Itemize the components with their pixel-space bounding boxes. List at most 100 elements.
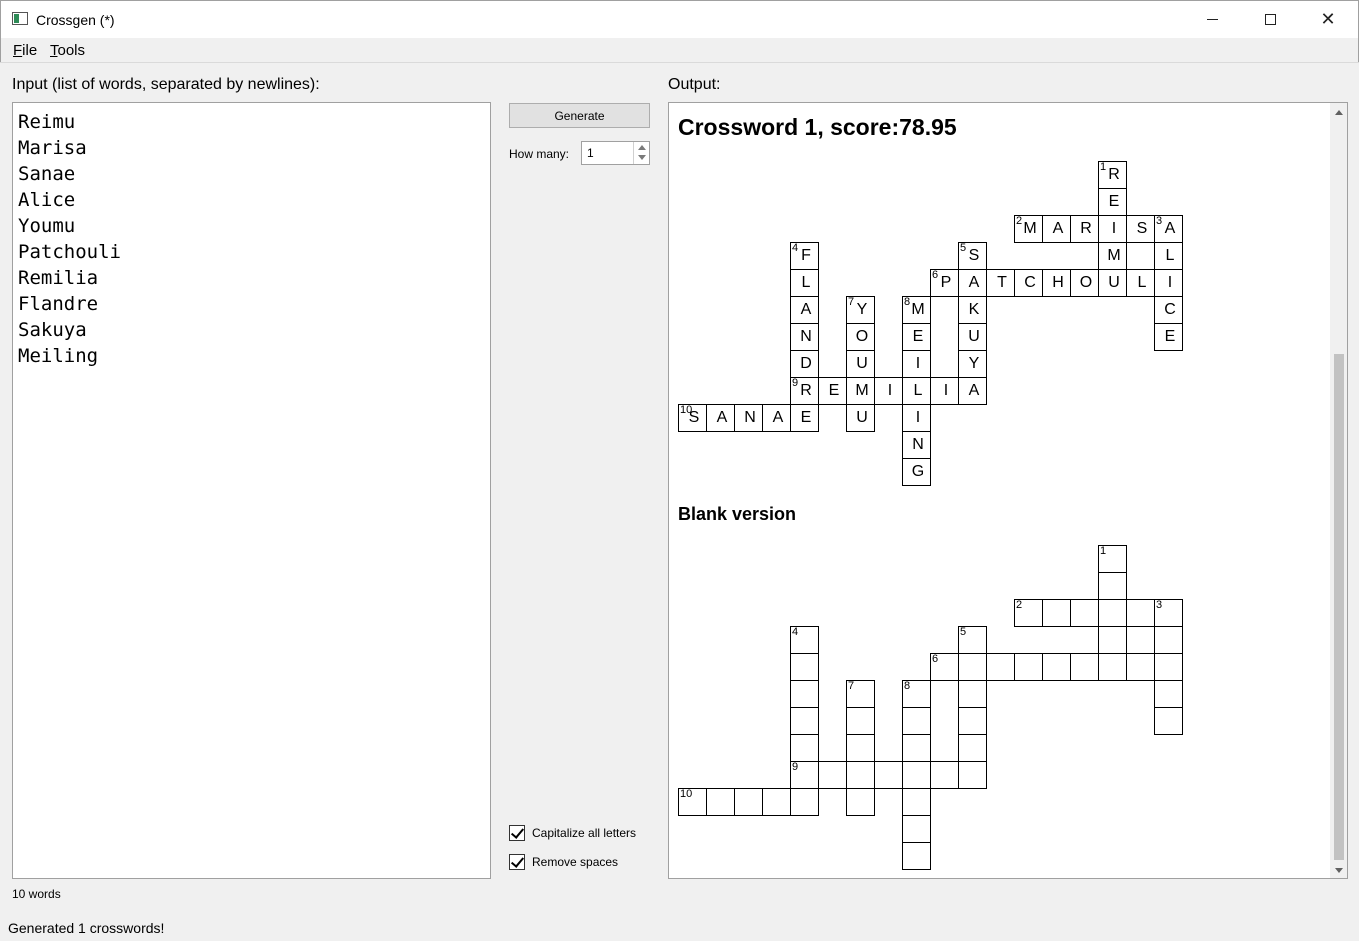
output-scrollbar[interactable] (1330, 103, 1347, 878)
blank-crossword-cell (762, 788, 791, 816)
crossword-cell: I (902, 350, 931, 378)
maximize-button[interactable] (1241, 1, 1299, 38)
spin-buttons (633, 142, 649, 164)
crossword-cell: L (902, 377, 931, 405)
blank-crossword-cell: 1 (1098, 545, 1127, 573)
clue-number: 6 (932, 653, 939, 665)
word-input-textarea[interactable]: Reimu Marisa Sanae Alice Youmu Patchouli Remil… (12, 102, 491, 879)
crossword-cell: 6P (930, 269, 959, 297)
blank-crossword-cell (818, 761, 847, 789)
blank-crossword-cell (846, 761, 875, 789)
crossword-cell: L (1154, 242, 1183, 270)
blank-crossword-cell (902, 761, 931, 789)
blank-crossword-cell (1126, 599, 1155, 627)
capitalize-checkbox[interactable] (509, 825, 525, 841)
cell-letter: M (1023, 220, 1037, 237)
menu-file[interactable]: File (13, 42, 37, 59)
crossword-cell: A (762, 404, 791, 432)
cell-letter: I (1167, 274, 1173, 291)
status-message: Generated 1 crosswords! (8, 920, 165, 936)
crossword-cell: C (1014, 269, 1043, 297)
crossword-cell: U (958, 323, 987, 351)
cell-letter: I (1111, 220, 1117, 237)
crossword-cell: N (902, 431, 931, 459)
crossword-cell: M (1098, 242, 1127, 270)
blank-crossword-cell (790, 707, 819, 735)
input-word-line: Meiling (18, 345, 99, 367)
cell-letter: U (856, 355, 868, 372)
crossword-cell: H (1042, 269, 1071, 297)
blank-crossword-cell (1014, 653, 1043, 681)
input-word-line: Flandre (18, 293, 99, 315)
cell-letter: M (1107, 247, 1121, 264)
crossword-cell: S (1126, 215, 1155, 243)
crossword-cell: 7Y (846, 296, 875, 324)
crossword-cell: N (790, 323, 819, 351)
cell-letter: P (940, 274, 952, 291)
cell-letter: H (1052, 274, 1064, 291)
crossword-cell: 4F (790, 242, 819, 270)
capitalize-checkbox-row[interactable]: Capitalize all letters (509, 825, 636, 841)
blank-crossword-cell (1098, 572, 1127, 600)
blank-crossword-cell (846, 707, 875, 735)
clue-number: 1 (1100, 161, 1107, 173)
scroll-thumb[interactable] (1334, 354, 1344, 860)
close-button[interactable]: ✕ (1299, 1, 1357, 38)
blank-crossword-cell (902, 707, 931, 735)
crossword-cell: R (1070, 215, 1099, 243)
crossword-cell: O (1070, 269, 1099, 297)
blank-crossword-cell (734, 788, 763, 816)
cell-letter: R (1080, 220, 1092, 237)
output-view[interactable]: Crossword 1, score:78.95 1REIMU2MARS3ALI… (668, 102, 1348, 879)
blank-crossword-cell (1098, 599, 1127, 627)
crossword-cell: K (958, 296, 987, 324)
cell-letter: C (1024, 274, 1036, 291)
scroll-down-icon[interactable] (1335, 868, 1343, 873)
minimize-icon (1206, 19, 1218, 20)
cell-letter: K (968, 301, 980, 318)
cell-letter: N (744, 409, 756, 426)
menu-bar: File Tools (0, 38, 1359, 63)
cell-letter: I (943, 382, 949, 399)
cell-letter: F (801, 247, 811, 264)
word-count: 10 words (12, 887, 61, 901)
crossword-cell: O (846, 323, 875, 351)
crossword-cell: 10 S (678, 404, 707, 432)
crossword-cell: 9R (790, 377, 819, 405)
clue-number: 10 (680, 788, 693, 800)
cell-letter: A (800, 301, 812, 318)
clue-number: 7 (848, 296, 855, 308)
spin-up-icon[interactable] (638, 145, 646, 150)
spin-down-icon[interactable] (638, 155, 646, 160)
remove-spaces-checkbox-row[interactable]: Remove spaces (509, 854, 618, 870)
generate-button[interactable]: Generate (509, 103, 650, 128)
crossword-cell: E (790, 404, 819, 432)
input-word-line: Remilia (18, 267, 99, 289)
scroll-up-icon[interactable] (1335, 110, 1343, 115)
cell-letter: Y (968, 355, 980, 372)
blank-crossword-cell (790, 788, 819, 816)
crossword-cell: C (1154, 296, 1183, 324)
minimize-button[interactable] (1183, 1, 1241, 38)
crossword-cell: A (706, 404, 735, 432)
crossword-cell: 5S (958, 242, 987, 270)
menu-tools[interactable]: Tools (50, 42, 85, 59)
input-word-line: Patchouli (18, 241, 121, 263)
how-many-label: How many: (509, 147, 570, 161)
crossword-cell: N (734, 404, 763, 432)
crossword-cell: G (902, 458, 931, 486)
cell-letter: S (968, 247, 980, 264)
crossword-cell: A (958, 377, 987, 405)
crossword-cell: M (846, 377, 875, 405)
cell-letter: A (968, 274, 980, 291)
cell-letter: A (772, 409, 784, 426)
blank-crossword-cell: 5 (958, 626, 987, 654)
menu-divider (0, 62, 1359, 63)
crossword-cell: U (1098, 269, 1127, 297)
cell-letter: E (1164, 328, 1176, 345)
remove-spaces-checkbox[interactable] (509, 854, 525, 870)
blank-crossword-cell (902, 842, 931, 870)
input-word-line: Alice (18, 189, 76, 211)
how-many-spinbox[interactable]: 1 (581, 141, 650, 165)
how-many-value[interactable]: 1 (587, 146, 594, 160)
